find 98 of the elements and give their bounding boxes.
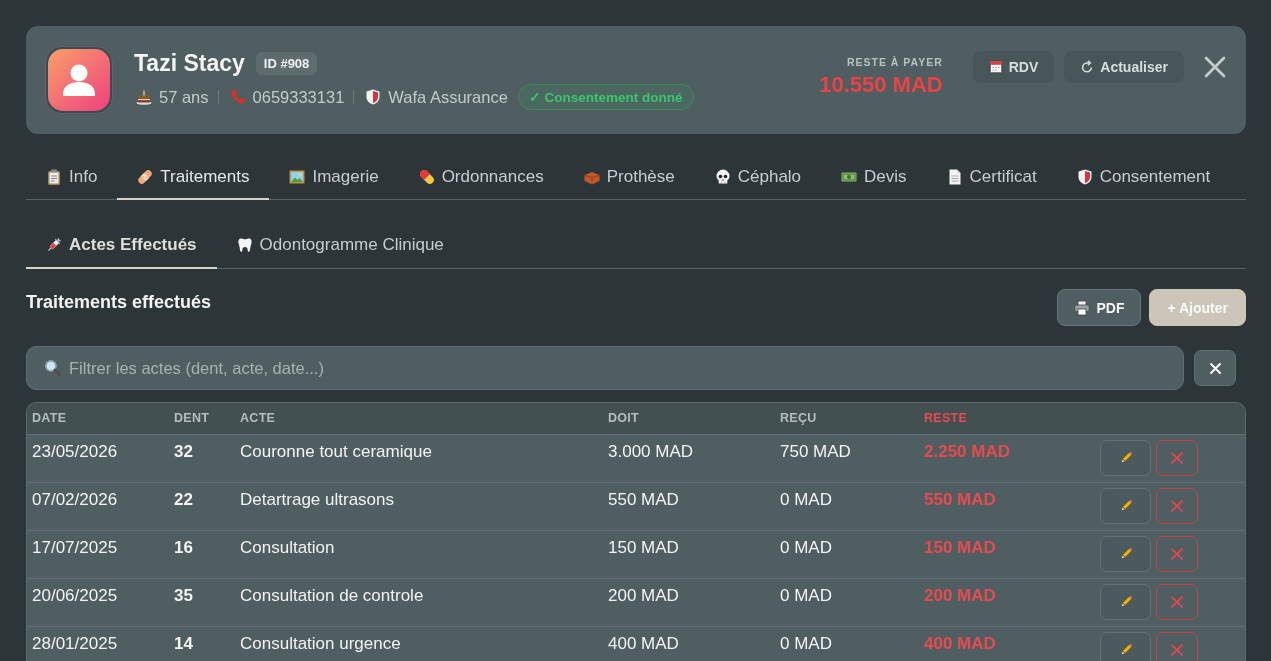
- table-cell: 3.000 MAD: [608, 441, 694, 461]
- table-cell: 22: [174, 489, 193, 509]
- table-cell: 28/01/2025: [32, 633, 118, 653]
- age-text: 57 ans: [159, 87, 209, 107]
- edit-button[interactable]: [1100, 583, 1151, 620]
- tab[interactable]: Imagerie: [269, 155, 399, 200]
- cross-icon: [1169, 449, 1185, 466]
- column-header: DENT: [174, 411, 210, 426]
- delete-button[interactable]: [1156, 631, 1198, 661]
- cross-icon: [1169, 641, 1185, 658]
- cross-icon: [1169, 497, 1185, 514]
- table-cell: Detartrage ultrasons: [240, 489, 395, 509]
- edit-button[interactable]: [1100, 535, 1151, 572]
- skull-icon: [714, 168, 731, 185]
- delete-button[interactable]: [1156, 487, 1198, 524]
- search-icon: [44, 359, 61, 376]
- insurance-name: Wafa Assurance: [388, 87, 508, 107]
- column-header: DOIT: [608, 411, 640, 426]
- tab[interactable]: Ordonnances: [398, 155, 564, 200]
- subtab[interactable]: Actes Effectués: [26, 222, 217, 269]
- patient-name: Tazi Stacy: [134, 50, 245, 77]
- table-cell: 23/05/2026: [32, 441, 118, 461]
- column-header: ACTE: [240, 411, 276, 426]
- cake-icon: [136, 89, 152, 105]
- header-button[interactable]: RDV: [972, 51, 1055, 83]
- table-cell: 200 MAD: [924, 585, 996, 605]
- edit-button[interactable]: [1100, 439, 1151, 476]
- tab[interactable]: Consentement: [1056, 155, 1231, 200]
- pencil-icon: [1117, 593, 1134, 610]
- close-button[interactable]: [1204, 56, 1226, 78]
- table-cell: 14: [174, 633, 193, 653]
- phone-icon: [229, 89, 246, 105]
- delete-button[interactable]: [1156, 535, 1198, 572]
- section-title: Traitements effectués: [26, 292, 212, 313]
- shield-icon: [1076, 168, 1093, 185]
- pencil-icon: [1117, 641, 1134, 658]
- table-cell: Consultation: [240, 537, 335, 557]
- tab[interactable]: Prothèse: [563, 155, 695, 200]
- calendar-icon: [988, 60, 1003, 74]
- table-cell: 750 MAD: [780, 441, 851, 461]
- tab[interactable]: Certificat: [926, 155, 1057, 200]
- filter-field[interactable]: Filtrer les actes (dent, acte, date...): [26, 346, 1184, 390]
- cross-icon: [1169, 545, 1185, 562]
- table-cell: 200 MAD: [608, 585, 679, 605]
- table-cell: 550 MAD: [608, 489, 679, 509]
- syringe-icon: [46, 236, 62, 253]
- table-cell: 0 MAD: [780, 489, 832, 509]
- pencil-icon: [1117, 449, 1134, 466]
- tab[interactable]: Devis: [821, 155, 927, 200]
- table-cell: Consultation de controle: [240, 585, 424, 605]
- phone-number: 0659333131: [252, 87, 345, 107]
- pencil-icon: [1117, 497, 1134, 514]
- person-avatar-icon: [45, 46, 113, 114]
- table-cell: 07/02/2026: [32, 489, 118, 509]
- table-cell: 16: [174, 537, 193, 557]
- framed-picture-icon: [289, 168, 306, 185]
- tooth-icon: [236, 236, 253, 253]
- clear-filter-button[interactable]: [1194, 350, 1236, 386]
- clipboard-icon: [46, 168, 62, 185]
- printer-icon: [1074, 299, 1091, 316]
- delete-button[interactable]: [1156, 583, 1198, 620]
- table-cell: 17/07/2025: [32, 537, 118, 557]
- subtab[interactable]: Odontogramme Clinique: [216, 222, 464, 269]
- tab[interactable]: Céphalo: [694, 155, 822, 200]
- id-badge: ID #908: [255, 52, 318, 75]
- table-cell: 400 MAD: [608, 633, 679, 653]
- delete-button[interactable]: [1156, 439, 1198, 476]
- tab[interactable]: Info: [26, 155, 118, 200]
- column-header: RESTE: [924, 411, 968, 426]
- table-cell: 35: [174, 585, 193, 605]
- table-cell: 2.250 MAD: [924, 441, 1010, 461]
- shield-icon: [365, 89, 382, 105]
- close-icon: [1208, 361, 1222, 375]
- close-icon: [1204, 56, 1226, 78]
- table-cell: 0 MAD: [780, 537, 832, 557]
- table-cell: 400 MAD: [924, 633, 996, 653]
- table-cell: Couronne tout ceramique: [240, 441, 432, 461]
- consent-badge: ✓ Consentement donné: [517, 84, 694, 110]
- pencil-icon: [1117, 545, 1134, 562]
- balance-amount: 10.550 MAD: [819, 72, 943, 98]
- table-cell: 20/06/2025: [32, 585, 118, 605]
- cross-icon: [1169, 593, 1185, 610]
- edit-button[interactable]: [1100, 487, 1151, 524]
- refresh-icon: [1080, 60, 1095, 74]
- table-cell: Consultation urgence: [240, 633, 401, 653]
- column-header: DATE: [32, 411, 67, 426]
- table-cell: 150 MAD: [608, 537, 679, 557]
- table-cell: 32: [174, 441, 193, 461]
- table-cell: 150 MAD: [924, 537, 996, 557]
- toolbar-button[interactable]: PDF: [1057, 289, 1142, 326]
- balance-label: RESTE À PAYER: [846, 56, 943, 68]
- table-cell: 0 MAD: [780, 633, 832, 653]
- tab[interactable]: Traitements: [117, 155, 270, 200]
- table-cell: 0 MAD: [780, 585, 832, 605]
- header-button[interactable]: Actualiser: [1064, 51, 1184, 83]
- edit-button[interactable]: [1100, 631, 1151, 661]
- table-cell: 550 MAD: [924, 489, 996, 509]
- column-header: REÇU: [780, 411, 817, 426]
